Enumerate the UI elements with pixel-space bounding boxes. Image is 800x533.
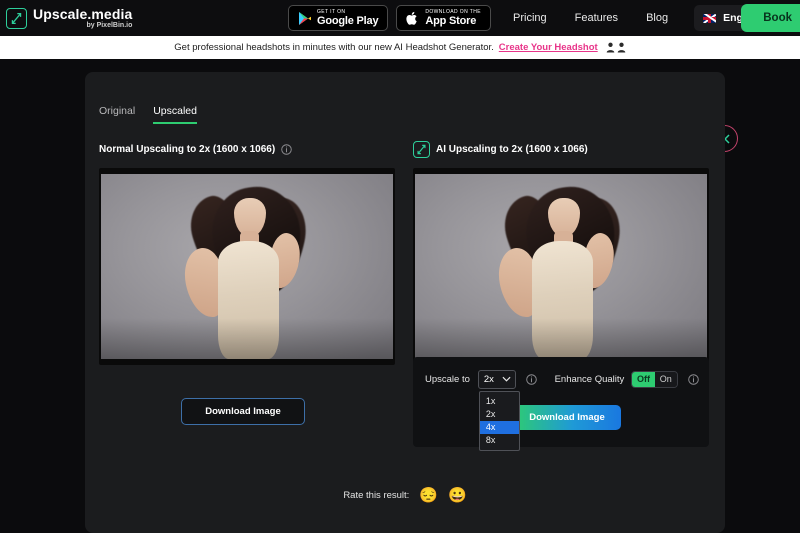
dropdown-option-2x[interactable]: 2x (480, 408, 519, 421)
brand-name: Upscale.media (33, 6, 133, 22)
create-headshot-link[interactable]: Create Your Headshot (499, 42, 598, 53)
expand-arrow-icon (6, 7, 27, 29)
chevron-down-icon (502, 376, 511, 382)
promo-avatar-icons (606, 42, 626, 53)
dropdown-option-4x[interactable]: 4x (479, 420, 519, 434)
apple-icon (406, 11, 420, 26)
normal-upscaling-header: Normal Upscaling to 2x (1600 x 1066) (99, 140, 395, 158)
app-store-badge[interactable]: Download on the App Store (396, 5, 492, 31)
google-play-small-label: GET IT ON (317, 8, 346, 15)
portrait-photo (415, 174, 707, 359)
rate-result-label: Rate this result: (343, 490, 410, 501)
normal-upscaling-title: Normal Upscaling to 2x (1600 x 1066) (99, 143, 276, 155)
rate-sad-emoji-button[interactable]: 😔 (419, 488, 438, 503)
upscale-factor-select[interactable]: 2x 1x 2x 4x 8x (477, 369, 520, 451)
ai-controls-row: Upscale to 2x 1x 2x 4x 8x Enhance Qualit… (425, 369, 699, 451)
toggle-option-on[interactable]: On (654, 371, 677, 387)
download-image-button-ai[interactable]: Download Image (513, 405, 621, 430)
enhance-quality-label: Enhance Quality (554, 373, 625, 385)
rate-result-row: Rate this result: 😔 😀 (85, 488, 725, 503)
info-icon[interactable] (688, 373, 699, 385)
enhance-quality-toggle[interactable]: Off On (631, 370, 678, 388)
ai-upscaling-header: AI Upscaling to 2x (1600 x 1066) (413, 140, 709, 158)
brand-logo-link[interactable]: Upscale.media by PixelBin.io (0, 7, 132, 29)
upscale-factor-dropdown[interactable]: 1x 2x 4x 8x (478, 390, 520, 451)
info-icon[interactable] (281, 143, 292, 155)
brand-subtitle: by PixelBin.io (86, 22, 133, 29)
upscale-to-label: Upscale to (425, 373, 470, 385)
dropdown-option-8x[interactable]: 8x (480, 434, 519, 447)
google-play-label: Google Play (317, 14, 379, 27)
dropdown-option-1x[interactable]: 1x (480, 395, 519, 408)
nav-link-pricing[interactable]: Pricing (499, 5, 561, 31)
modal-overlay: Original Upscaled Normal Upscaling to 2x… (0, 59, 800, 533)
google-play-badge[interactable]: GET IT ON Google Play (288, 5, 389, 31)
promo-banner: Get professional headshots in minutes wi… (0, 36, 800, 59)
upscale-factor-value: 2x (483, 373, 494, 385)
nav-link-features[interactable]: Features (561, 5, 632, 31)
person-icon (617, 42, 625, 53)
uk-flag-icon (703, 13, 717, 23)
portrait-photo (101, 174, 393, 359)
top-navigation-bar: Upscale.media by PixelBin.io GET IT ON G… (0, 0, 800, 36)
app-store-small-label: Download on the (425, 8, 482, 15)
promo-text: Get professional headshots in minutes wi… (174, 42, 494, 53)
person-icon (606, 42, 614, 53)
normal-upscaling-column: Normal Upscaling to 2x (1600 x 1066) Dow… (99, 140, 395, 425)
nav-link-blog[interactable]: Blog (632, 5, 682, 31)
rate-happy-emoji-button[interactable]: 😀 (448, 488, 467, 503)
info-icon[interactable] (525, 373, 537, 385)
tab-upscaled[interactable]: Upscaled (153, 105, 197, 124)
toggle-option-off[interactable]: Off (632, 371, 655, 387)
ai-upscaling-title: AI Upscaling to 2x (1600 x 1066) (436, 143, 588, 155)
upscale-result-modal: Original Upscaled Normal Upscaling to 2x… (85, 72, 725, 533)
normal-upscaled-image (99, 168, 395, 365)
result-tabs: Original Upscaled (99, 105, 197, 124)
expand-arrow-icon (413, 140, 430, 158)
ai-upscaling-column: AI Upscaling to 2x (1600 x 1066) Upscale… (413, 140, 709, 451)
download-image-button-normal[interactable]: Download Image (181, 398, 305, 425)
ai-upscaled-image (413, 168, 709, 365)
nav-center-group: GET IT ON Google Play Download on the Ap… (288, 5, 787, 31)
ai-controls-panel: Upscale to 2x 1x 2x 4x 8x Enhance Qualit… (413, 357, 709, 451)
tab-original[interactable]: Original (99, 105, 135, 124)
app-store-label: App Store (425, 14, 477, 27)
google-play-icon (298, 11, 312, 26)
book-demo-button[interactable]: Book (741, 4, 800, 32)
